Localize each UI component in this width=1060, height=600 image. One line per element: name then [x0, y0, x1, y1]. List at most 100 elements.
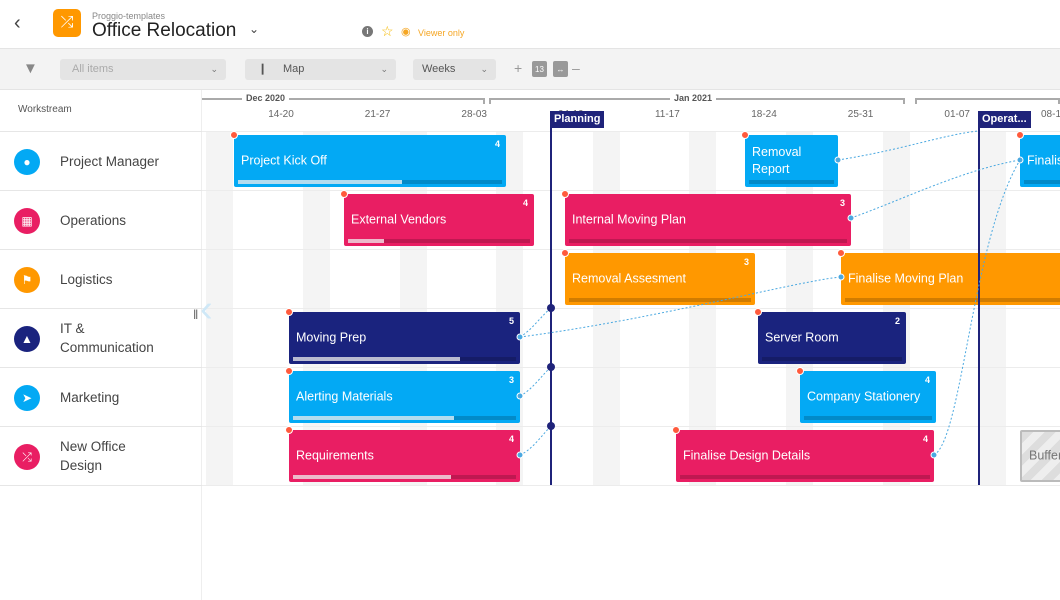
progress-fill — [293, 416, 454, 420]
workstream-row[interactable]: ➤ Marketing — [0, 367, 202, 426]
workstream-row[interactable]: ● Project Manager — [0, 131, 202, 190]
progress-track — [348, 239, 530, 243]
task-count: 4 — [494, 139, 500, 149]
progress-track — [680, 475, 930, 479]
task-label: External Vendors — [351, 212, 447, 227]
progress-track — [1024, 180, 1060, 184]
status-dot — [230, 131, 238, 139]
row-gridline — [202, 131, 1060, 132]
task-label: Alerting Materials — [296, 389, 393, 404]
chevron-down-icon[interactable]: ⌄ — [249, 22, 259, 36]
viewer-only-badge: Viewer only — [418, 28, 465, 38]
workstream-label: Logistics — [60, 272, 113, 287]
status-dot — [340, 190, 348, 198]
task-bar[interactable]: Company Stationery 4 — [796, 367, 936, 423]
month-label: Jan 2021 — [670, 93, 717, 103]
row-gridline — [202, 367, 1060, 368]
row-gridline — [202, 249, 1060, 250]
row-gridline — [202, 190, 1060, 191]
task-count: 5 — [508, 316, 514, 326]
row-gridline — [202, 426, 1060, 427]
back-icon[interactable]: ‹ — [14, 12, 21, 35]
task-bar[interactable]: Finalis — [1016, 131, 1060, 187]
task-bar[interactable]: Finalise Moving Plan — [837, 249, 1060, 305]
progress-track — [293, 475, 516, 479]
view-value: Map — [283, 63, 305, 75]
task-count: 3 — [839, 198, 845, 208]
scale-select[interactable]: Weeks ⌄ — [413, 59, 496, 80]
status-dot — [796, 367, 804, 375]
milestone-line — [550, 111, 552, 485]
eye-icon: ◉ — [401, 26, 411, 38]
workstream-row[interactable]: ⤮ New Office Design — [0, 426, 202, 485]
task-bar[interactable]: Moving Prep 5 — [285, 308, 520, 364]
zoom-out-icon[interactable]: – — [572, 60, 580, 76]
task-bar[interactable]: Internal Moving Plan 3 — [561, 190, 851, 246]
workstream-label: Operations — [60, 213, 127, 228]
week-label: 28-03 — [461, 109, 487, 120]
progress-track — [238, 180, 502, 184]
task-bar[interactable]: Project Kick Off 4 — [230, 131, 506, 187]
scroll-left-icon[interactable]: ‹ — [200, 288, 213, 331]
workstream-label: Project Manager — [60, 154, 160, 169]
project-title[interactable]: Office Relocation — [92, 20, 236, 42]
progress-track — [762, 357, 902, 361]
milestone-flag[interactable]: Operat... — [978, 111, 1031, 128]
items-filter-select[interactable]: All items ⌄ — [60, 59, 226, 80]
row-divider — [0, 485, 202, 486]
task-bar[interactable]: Requirements 4 — [285, 426, 520, 482]
task-bar[interactable]: Buffer — [1020, 430, 1060, 482]
progress-fill — [238, 180, 402, 184]
week-label: 21-27 — [364, 109, 391, 120]
workstream-row[interactable]: ▲ IT & Communication — [0, 308, 202, 367]
progress-track — [804, 416, 932, 420]
shuffle-icon: ⤮ — [14, 444, 40, 470]
chevron-down-icon: ⌄ — [480, 64, 488, 74]
status-dot — [1016, 131, 1024, 139]
info-icon[interactable]: i — [362, 26, 373, 37]
items-filter-value: All items — [72, 63, 114, 75]
task-bar[interactable]: Removal Assesment 3 — [561, 249, 755, 305]
task-label: Finalise Moving Plan — [848, 271, 964, 286]
status-dot — [754, 308, 762, 316]
milestone-flag[interactable]: Planning — [550, 111, 605, 128]
workstream-label: Marketing — [60, 390, 120, 405]
task-bar[interactable]: Alerting Materials 3 — [285, 367, 520, 423]
flag-icon: ⚑ — [14, 267, 40, 293]
view-select[interactable]: ❙ Map ⌄ — [245, 59, 396, 80]
calendar-icon: ▦ — [14, 208, 40, 234]
star-icon[interactable]: ☆ — [381, 23, 394, 40]
task-label: Project Kick Off — [241, 153, 327, 168]
workstream-row[interactable]: ⚑ Logistics — [0, 249, 202, 308]
task-label: Finalise Design Details — [683, 448, 811, 463]
month-range-line — [915, 98, 1060, 104]
task-count: 4 — [508, 434, 514, 444]
signpost-icon: ❙ — [258, 63, 268, 75]
filter-icon[interactable]: ▼ — [23, 60, 38, 77]
chevron-down-icon: ⌄ — [380, 64, 388, 74]
resize-handle-icon[interactable]: ‖ — [193, 307, 198, 322]
progress-track — [569, 239, 847, 243]
task-label: Moving Prep — [296, 330, 367, 345]
status-dot — [285, 426, 293, 434]
chevron-down-icon: ⌄ — [210, 64, 218, 74]
workstream-row[interactable]: ▦ Operations — [0, 190, 202, 249]
progress-track — [749, 180, 834, 184]
scale-value: Weeks — [422, 63, 456, 75]
task-count: 4 — [522, 198, 528, 208]
workstream-label: New Office Design — [60, 439, 126, 473]
status-dot — [561, 190, 569, 198]
task-bar[interactable]: Removal Report — [741, 131, 838, 187]
workstream-header: Workstream — [18, 104, 72, 115]
task-bar[interactable]: Finalise Design Details 4 — [672, 426, 934, 482]
task-label: Finalis — [1027, 153, 1060, 168]
task-bar[interactable]: External Vendors 4 — [340, 190, 534, 246]
task-bar[interactable]: Server Room 2 — [754, 308, 906, 364]
project-logo-shuffle-icon: ⤮ — [53, 9, 81, 37]
zoom-in-icon[interactable]: + — [514, 60, 522, 76]
month-label: Dec 2020 — [242, 93, 290, 103]
today-calendar-icon[interactable]: 13 — [532, 61, 547, 77]
fit-calendar-icon[interactable]: ↔ — [553, 61, 568, 77]
task-count: 4 — [922, 434, 928, 444]
task-count: 3 — [743, 257, 749, 267]
